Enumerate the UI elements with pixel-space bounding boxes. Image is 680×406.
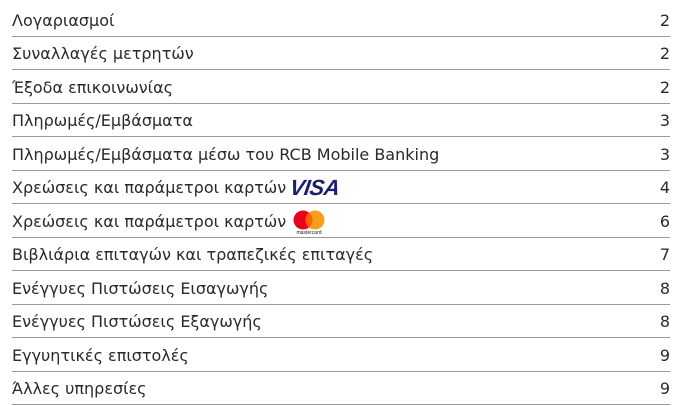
- toc-page-number: 9: [659, 345, 670, 365]
- toc-title: Ενέγγυες Πιστώσεις Εξαγωγής: [12, 312, 262, 331]
- toc-title: Συναλλαγές μετρητών: [12, 44, 194, 63]
- toc-row-communication-expenses[interactable]: Έξοδα επικοινωνίας 2: [12, 70, 670, 104]
- toc-title: Πληρωμές/Εμβάσματα: [12, 111, 193, 130]
- toc-title: Άλλες υπηρεσίες: [12, 379, 147, 398]
- toc-page-number: 2: [659, 10, 670, 30]
- toc-row-other-services[interactable]: Άλλες υπηρεσίες 9: [12, 372, 670, 405]
- toc-row-mobile-banking-payments[interactable]: Πληρωμές/Εμβάσματα μέσω του RCB Mobile B…: [12, 137, 670, 171]
- toc-title-with-logo: Χρεώσεις και παράμετροι καρτών VISA: [12, 175, 650, 200]
- mastercard-logo: mastercard: [290, 209, 328, 235]
- toc-row-letters-of-guarantee[interactable]: Εγγυητικές επιστολές 9: [12, 338, 670, 372]
- visa-logo: VISA: [288, 175, 342, 200]
- toc-row-cash-transactions[interactable]: Συναλλαγές μετρητών 2: [12, 37, 670, 70]
- toc-page-number: 8: [659, 278, 670, 298]
- toc-title: Εγγυητικές επιστολές: [12, 345, 189, 365]
- toc-page-number: 9: [659, 379, 670, 398]
- toc-title: Χρεώσεις και παράμετροι καρτών: [12, 178, 287, 197]
- toc-page-number: 7: [659, 245, 670, 264]
- toc-title: Βιβλιάρια επιταγών και τραπεζικές επιταγ…: [12, 245, 374, 264]
- toc-page-number: 6: [659, 211, 670, 231]
- toc-title: Έξοδα επικοινωνίας: [12, 77, 174, 97]
- toc-title: Πληρωμές/Εμβάσματα μέσω του RCB Mobile B…: [12, 144, 440, 164]
- svg-text:mastercard: mastercard: [297, 230, 322, 235]
- toc-row-visa-card-charges[interactable]: Χρεώσεις και παράμετροι καρτών VISA 4: [12, 171, 670, 204]
- toc-page-number: 2: [659, 44, 670, 63]
- toc-row-cheque-books[interactable]: Βιβλιάρια επιταγών και τραπεζικές επιταγ…: [12, 238, 670, 271]
- table-of-contents: Λογαριασμοί 2 Συναλλαγές μετρητών 2 Έξοδ…: [12, 3, 670, 405]
- toc-title-with-logo: Χρεώσεις και παράμετροι καρτών mastercar…: [12, 209, 650, 235]
- toc-page-number: 8: [659, 312, 670, 331]
- toc-title: Λογαριασμοί: [12, 10, 115, 30]
- toc-row-mastercard-card-charges[interactable]: Χρεώσεις και παράμετροι καρτών mastercar…: [12, 204, 670, 238]
- toc-page-number: 3: [659, 144, 670, 164]
- toc-row-accounts[interactable]: Λογαριασμοί 2: [12, 3, 670, 37]
- toc-title: Χρεώσεις και παράμετροι καρτών: [12, 211, 287, 231]
- toc-row-import-letters-of-credit[interactable]: Ενέγγυες Πιστώσεις Εισαγωγής 8: [12, 271, 670, 305]
- toc-page-number: 2: [659, 77, 670, 97]
- toc-page-number: 3: [659, 111, 670, 130]
- toc-page-number: 4: [659, 178, 670, 197]
- mastercard-logo-graphic: mastercard: [293, 210, 325, 235]
- toc-row-payments-transfers[interactable]: Πληρωμές/Εμβάσματα 3: [12, 104, 670, 137]
- toc-title: Ενέγγυες Πιστώσεις Εισαγωγής: [12, 278, 269, 298]
- toc-row-export-letters-of-credit[interactable]: Ενέγγυες Πιστώσεις Εξαγωγής 8: [12, 305, 670, 338]
